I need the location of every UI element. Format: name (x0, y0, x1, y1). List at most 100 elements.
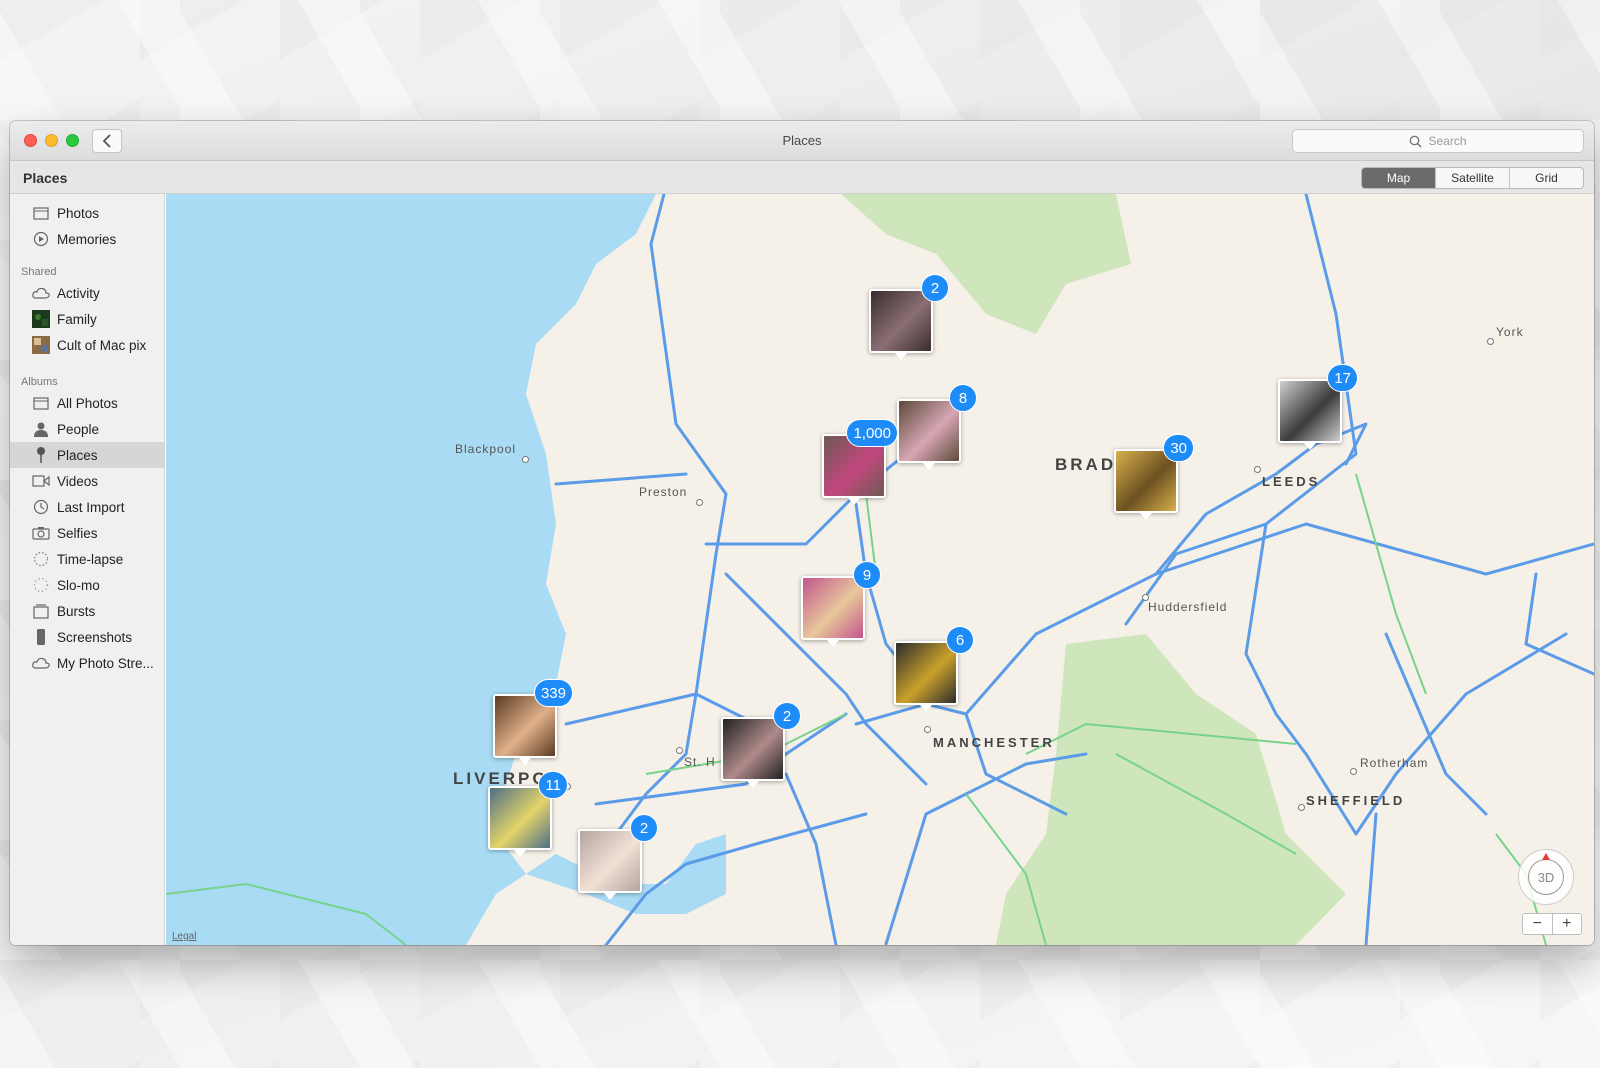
sidebar-item-cult-of-mac-pix[interactable]: Cult of Mac pix (10, 332, 165, 358)
sidebar-item-bursts[interactable]: Bursts (10, 598, 165, 624)
sidebar-item-activity[interactable]: Activity (10, 280, 165, 306)
slomo-icon (32, 576, 50, 594)
sidebar-item-videos[interactable]: Videos (10, 468, 165, 494)
sidebar-item-label: Selfies (57, 525, 98, 541)
zoom-control: − + (1522, 913, 1582, 935)
photo-count-badge: 2 (921, 274, 949, 302)
photo-pin[interactable]: 8 (897, 384, 977, 470)
albums-section-header: Albums (21, 376, 58, 388)
cloud-icon (32, 284, 50, 302)
sidebar-item-selfies[interactable]: Selfies (10, 520, 165, 546)
photo-count-badge: 339 (533, 679, 573, 707)
bursts-icon (32, 602, 50, 620)
sidebar-item-people[interactable]: People (10, 416, 165, 442)
photo-pin[interactable]: 2 (869, 274, 949, 360)
sidebar-item-family[interactable]: Family (10, 306, 165, 332)
sidebar-item-label: People (57, 421, 100, 437)
place-label-york: York (1496, 325, 1524, 339)
sidebar-item-time-lapse[interactable]: Time-lapse (10, 546, 165, 572)
place-label-huddersfield: Huddersfield (1148, 600, 1228, 614)
sidebar-item-label: Bursts (57, 603, 96, 619)
photos-icon (32, 394, 50, 412)
video-icon (32, 472, 50, 490)
sidebar-item-my-photo-stream[interactable]: My Photo Stre... (10, 650, 165, 676)
sidebar-item-label: Memories (57, 231, 117, 247)
photo-pin[interactable]: 339 (493, 679, 573, 765)
photo-pin[interactable]: 30 (1114, 434, 1194, 520)
photo-pin[interactable]: 6 (894, 626, 974, 712)
photo-pin[interactable]: 11 (488, 771, 568, 857)
photo-count-badge: 8 (949, 384, 977, 412)
search-input[interactable]: Search (1292, 129, 1584, 153)
photo-pin[interactable]: 17 (1278, 364, 1358, 450)
sidebar-item-screenshots[interactable]: Screenshots (10, 624, 165, 650)
sidebar-item-last-import[interactable]: Last Import (10, 494, 165, 520)
place-dot (522, 456, 529, 463)
city-label-manchester: MANCHESTER (933, 735, 1055, 750)
timelapse-icon (32, 550, 50, 568)
photo-pin[interactable]: 2 (578, 814, 658, 900)
map-view[interactable]: Blackpool Preston York Huddersfield Roth… (166, 194, 1594, 945)
place-label-rotherham: Rotherham (1360, 756, 1429, 770)
place-dot (1487, 338, 1494, 345)
sidebar-item-label: Family (57, 311, 97, 327)
place-dot (1350, 768, 1357, 775)
sidebar-item-label: All Photos (57, 395, 118, 411)
grid-tab[interactable]: Grid (1509, 168, 1583, 188)
photo-count-badge: 30 (1163, 434, 1194, 462)
page-title: Places (23, 170, 68, 186)
photo-pin[interactable]: 9 (801, 561, 881, 647)
sidebar-item-places[interactable]: Places (10, 442, 165, 468)
photo-count-badge: 1,000 (846, 419, 898, 447)
memories-icon (32, 230, 50, 248)
sidebar-item-label: Activity (57, 285, 100, 301)
sidebar-item-label: Cult of Mac pix (57, 337, 147, 353)
sidebar-item-label: Last Import (57, 499, 125, 515)
camera-icon (32, 524, 50, 542)
sidebar-item-photos[interactable]: Photos (10, 200, 165, 226)
phone-icon (32, 628, 50, 646)
satellite-tab[interactable]: Satellite (1435, 168, 1509, 188)
sidebar-item-label: My Photo Stre... (57, 655, 154, 671)
person-icon (32, 420, 50, 438)
sidebar-item-slo-mo[interactable]: Slo-mo (10, 572, 165, 598)
place-label-preston: Preston (639, 485, 688, 499)
photos-icon (32, 204, 50, 222)
sidebar-item-label: Photos (57, 205, 100, 221)
sidebar-item-all-photos[interactable]: All Photos (10, 390, 165, 416)
photo-pin[interactable]: 2 (721, 702, 801, 788)
search-placeholder: Search (1428, 134, 1467, 148)
pin-icon (32, 446, 50, 464)
sidebar-item-label: Screenshots (57, 629, 133, 645)
album-thumbnail-icon (32, 336, 50, 354)
cloud-icon (32, 654, 50, 672)
sidebar-item-memories[interactable]: Memories (10, 226, 165, 252)
city-label-leeds: LEEDS (1262, 474, 1321, 489)
zoom-in-button[interactable]: + (1551, 914, 1582, 934)
zoom-out-button[interactable]: − (1523, 914, 1552, 934)
photo-count-badge: 17 (1327, 364, 1358, 392)
legal-link[interactable]: Legal (172, 931, 196, 942)
sidebar-item-label: Time-lapse (57, 551, 124, 567)
place-label-st-helens: St. H (684, 755, 716, 769)
photo-count-badge: 11 (538, 771, 568, 799)
north-arrow-icon (1542, 853, 1550, 860)
sidebar-item-label: Videos (57, 473, 99, 489)
place-dot (1254, 466, 1261, 473)
compass-3d-label: 3D (1528, 859, 1564, 895)
photo-pin[interactable]: 1,000 (822, 419, 898, 505)
title-bar: Places Search (10, 121, 1594, 161)
sidebar: Photos Memories Shared Activity Family C… (10, 194, 165, 945)
place-dot (924, 726, 931, 733)
park-area (996, 634, 1346, 945)
place-dot (1298, 804, 1305, 811)
place-dot (676, 747, 683, 754)
view-mode-switch: Map Satellite Grid (1361, 167, 1584, 189)
photo-count-badge: 2 (773, 702, 801, 730)
map-tab[interactable]: Map (1362, 168, 1435, 188)
city-label-sheffield: SHEFFIELD (1306, 793, 1406, 808)
compass-3d-control[interactable]: 3D (1518, 849, 1574, 905)
clock-icon (32, 498, 50, 516)
toolbar: Places Map Satellite Grid (10, 161, 1594, 194)
sidebar-item-label: Places (57, 447, 98, 463)
